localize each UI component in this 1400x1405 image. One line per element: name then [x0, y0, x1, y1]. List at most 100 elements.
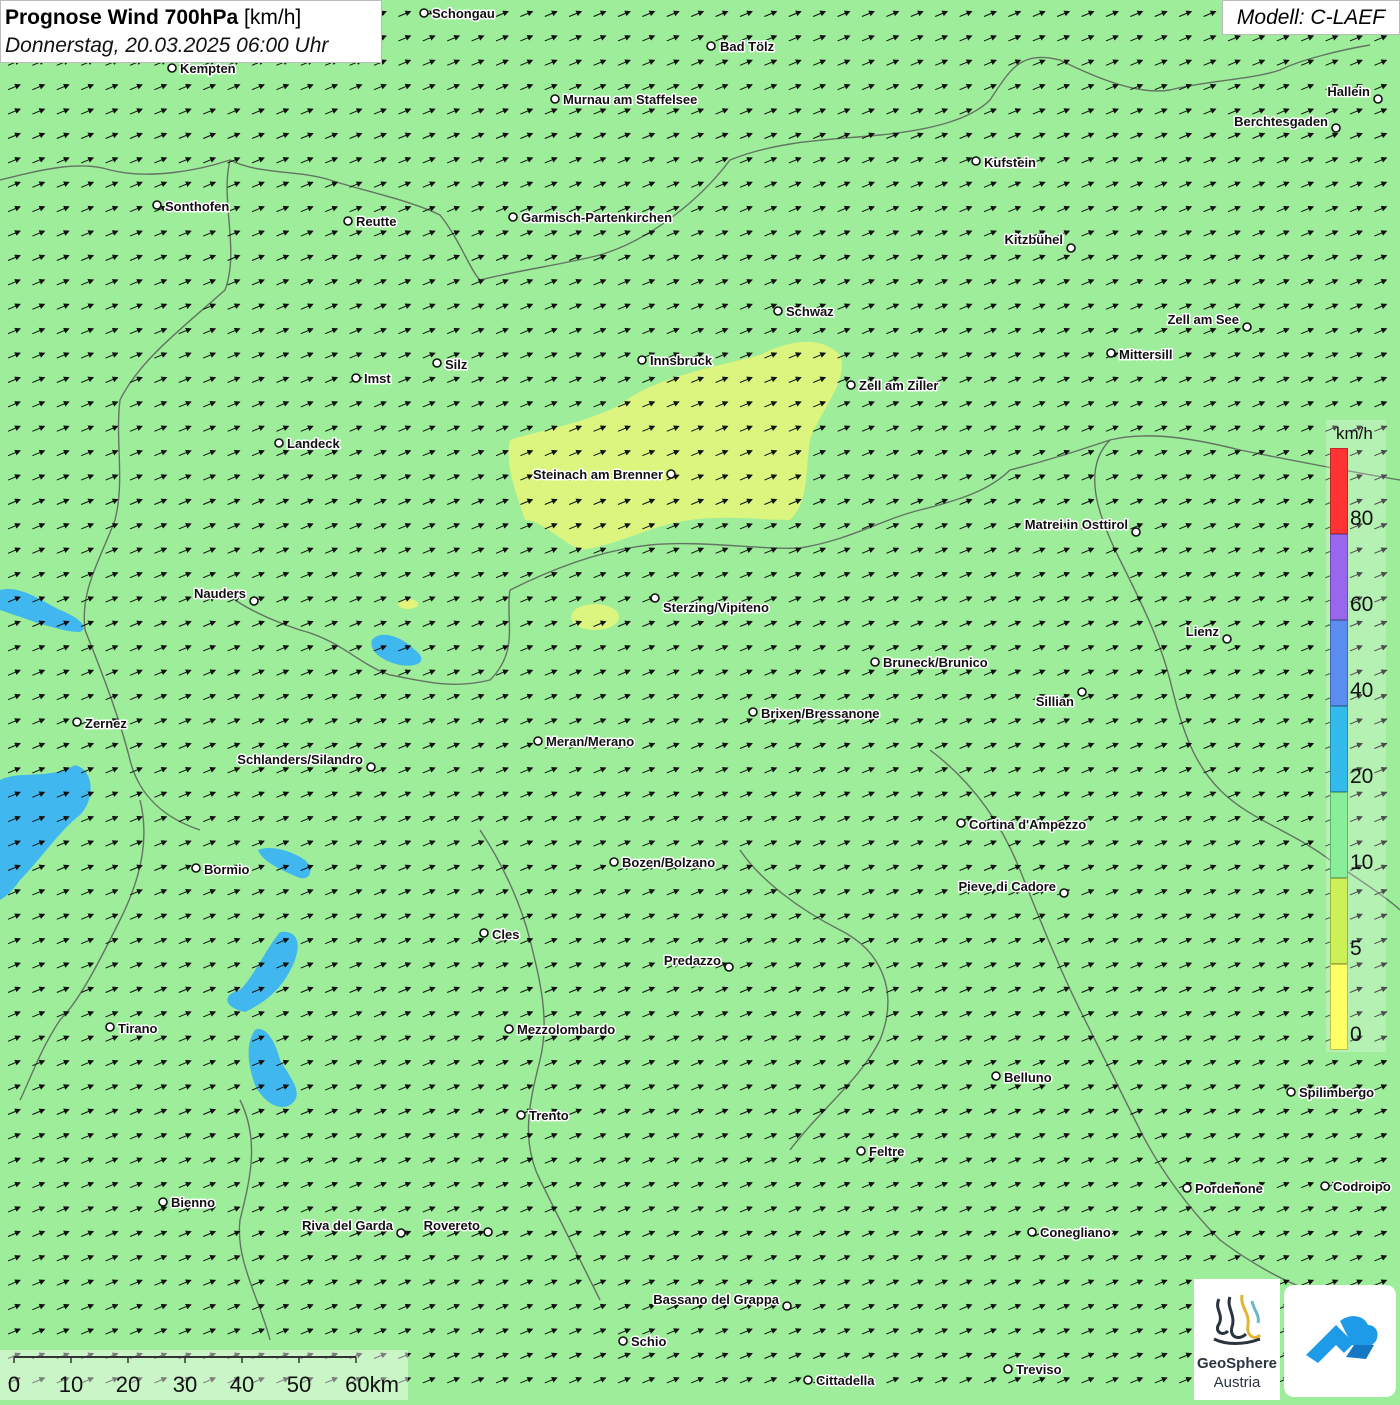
city-marker	[870, 657, 880, 667]
city-label: Riva del Garda	[302, 1218, 394, 1233]
city-marker	[432, 358, 442, 368]
city-marker	[1106, 348, 1116, 358]
city-marker	[618, 1336, 628, 1346]
city-marker	[366, 762, 376, 772]
city-label: Bruneck/Brunico	[883, 655, 988, 670]
city-label: Belluno	[1004, 1070, 1052, 1085]
geosphere-logo[interactable]: GeoSphere Austria	[1194, 1279, 1280, 1400]
city-label: Mittersill	[1119, 347, 1172, 362]
city-label: Brixen/Bressanone	[761, 706, 880, 721]
city-marker	[1222, 634, 1232, 644]
city-marker	[666, 469, 676, 479]
city-marker	[773, 306, 783, 316]
app-logo[interactable]	[1284, 1285, 1396, 1397]
city-marker	[650, 593, 660, 603]
scale-label: 20	[116, 1372, 140, 1397]
city-label: Steinach am Brenner	[533, 467, 663, 482]
legend-color-segment	[1330, 964, 1348, 1050]
city-label: Schlanders/Silandro	[237, 752, 363, 767]
city-marker	[1182, 1183, 1192, 1193]
city-marker	[637, 355, 647, 365]
geosphere-logo-line2: Austria	[1213, 1374, 1261, 1391]
city-label: Bienno	[171, 1195, 215, 1210]
scale-label: 60km	[345, 1372, 399, 1397]
city-marker	[105, 1022, 115, 1032]
city-marker	[748, 707, 758, 717]
scale-label: 0	[8, 1372, 20, 1397]
city-label: Bozen/Bolzano	[622, 855, 715, 870]
city-marker	[1027, 1227, 1037, 1237]
city-label: Bassano del Grappa	[653, 1292, 779, 1307]
legend-unit: km/h	[1336, 424, 1373, 443]
title-box: Prognose Wind 700hPa [km/h] Donnerstag, …	[0, 0, 382, 63]
app-logo-icon	[1306, 1316, 1378, 1363]
city-marker	[991, 1071, 1001, 1081]
city-label: Schio	[631, 1334, 666, 1349]
city-label: Berchtesgaden	[1234, 114, 1328, 129]
city-marker	[971, 156, 981, 166]
legend-color-segment	[1330, 706, 1348, 792]
legend-color-segment	[1330, 534, 1348, 620]
city-label: Kempten	[180, 61, 236, 76]
city-label: Conegliano	[1040, 1225, 1111, 1240]
city-marker	[1286, 1087, 1296, 1097]
city-marker	[1373, 94, 1383, 104]
geosphere-logo-line1: GeoSphere	[1196, 1355, 1278, 1372]
city-label: Codroipo	[1333, 1179, 1391, 1194]
legend-tick: 60	[1350, 593, 1374, 616]
city-label: Pordenone	[1195, 1181, 1263, 1196]
city-label: Cortina d'Ampezzo	[969, 817, 1086, 832]
city-marker	[1066, 243, 1076, 253]
city-marker	[1077, 687, 1087, 697]
city-marker	[956, 818, 966, 828]
city-label: Imst	[364, 371, 391, 386]
legend-tick: 0	[1350, 1023, 1362, 1046]
legend-color-segment	[1330, 792, 1348, 878]
city-label: Schwaz	[786, 304, 834, 319]
city-label: Rovereto	[424, 1218, 480, 1233]
city-marker	[479, 928, 489, 938]
city-label: Sterzing/Vipiteno	[663, 600, 769, 615]
legend-bar	[1330, 448, 1348, 1050]
legend-tick: 40	[1350, 679, 1374, 702]
legend-tick: 20	[1350, 765, 1374, 788]
city-label: Silz	[445, 357, 468, 372]
city-marker	[516, 1110, 526, 1120]
city-marker	[1320, 1181, 1330, 1191]
city-marker	[1003, 1364, 1013, 1374]
city-marker	[167, 63, 177, 73]
city-marker	[724, 962, 734, 972]
city-label: Feltre	[869, 1144, 904, 1159]
city-label: Murnau am Staffelsee	[563, 92, 697, 107]
city-marker	[396, 1228, 406, 1238]
city-label: Zell am Ziller	[859, 378, 938, 393]
city-label: Sonthofen	[165, 199, 229, 214]
city-label: Tirano	[118, 1021, 158, 1036]
city-marker	[1331, 123, 1341, 133]
scale-bar: 0 10 20 30 40 50 60km	[0, 1350, 408, 1400]
city-marker	[846, 380, 856, 390]
city-marker	[803, 1375, 813, 1385]
city-marker	[351, 373, 361, 383]
city-label: Innsbruck	[650, 353, 713, 368]
city-label: Cles	[492, 927, 519, 942]
city-label: Reutte	[356, 214, 396, 229]
city-marker	[152, 200, 162, 210]
city-label: Bormio	[204, 862, 250, 877]
city-label: Predazzo	[664, 953, 721, 968]
city-marker	[1059, 888, 1069, 898]
city-marker	[343, 216, 353, 226]
legend-color-segment	[1330, 620, 1348, 706]
city-label: Bad Tölz	[720, 39, 775, 54]
legend-tick: 10	[1350, 851, 1374, 874]
city-label: Zernez	[85, 716, 127, 731]
city-label: Cittadella	[816, 1373, 875, 1388]
city-label: Meran/Merano	[546, 734, 634, 749]
scale-label: 40	[230, 1372, 254, 1397]
city-label: Kufstein	[984, 155, 1036, 170]
city-marker	[550, 94, 560, 104]
city-marker	[856, 1146, 866, 1156]
city-label: Sillian	[1036, 694, 1074, 709]
city-marker	[782, 1301, 792, 1311]
city-marker	[483, 1227, 493, 1237]
